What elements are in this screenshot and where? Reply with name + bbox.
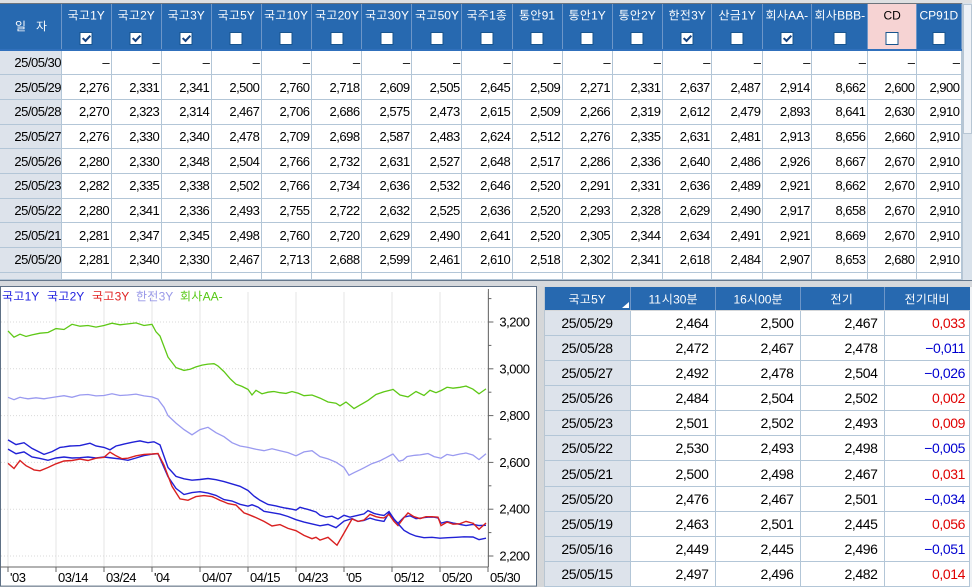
svg-text:91: 91	[542, 8, 555, 22]
svg-text:16: 16	[733, 292, 747, 306]
svg-text:1: 1	[489, 8, 496, 22]
svg-text:3Y: 3Y	[159, 290, 173, 304]
svg-text:CD: CD	[884, 8, 901, 22]
svg-text:3Y: 3Y	[691, 8, 705, 22]
svg-text:11: 11	[648, 292, 661, 306]
svg-text:1Y: 1Y	[741, 8, 755, 22]
svg-text:2Y: 2Y	[641, 8, 655, 22]
svg-text:5Y: 5Y	[591, 292, 605, 306]
svg-text:AA-: AA-	[203, 290, 223, 304]
svg-text:3Y: 3Y	[190, 8, 204, 22]
svg-text:20Y: 20Y	[337, 8, 358, 22]
svg-text:30: 30	[673, 292, 687, 306]
svg-text:AA-: AA-	[788, 8, 808, 22]
svg-text:30Y: 30Y	[387, 8, 408, 22]
svg-text:1Y: 1Y	[25, 290, 39, 304]
svg-text:2Y: 2Y	[140, 8, 154, 22]
svg-text:10Y: 10Y	[287, 8, 308, 22]
svg-text:3Y: 3Y	[115, 290, 129, 304]
svg-text:00: 00	[758, 292, 772, 306]
svg-text:CP91D: CP91D	[920, 8, 959, 22]
svg-text:1Y: 1Y	[90, 8, 104, 22]
svg-text:5Y: 5Y	[240, 8, 254, 22]
svg-text:2Y: 2Y	[70, 290, 84, 304]
svg-text:BBB-: BBB-	[837, 8, 865, 22]
svg-text:1Y: 1Y	[591, 8, 605, 22]
svg-text:50Y: 50Y	[437, 8, 458, 22]
